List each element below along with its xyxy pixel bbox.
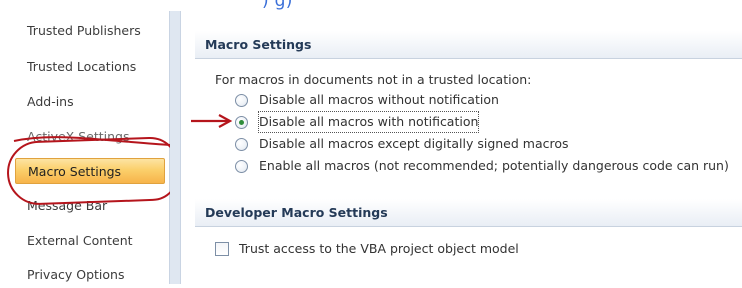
developer-macro-settings-header: Developer Macro Settings <box>195 199 742 227</box>
pane-divider <box>170 11 180 284</box>
trust-center-nav: Trusted Publishers Trusted Locations Add… <box>7 11 170 284</box>
nav-item-trusted-locations[interactable]: Trusted Locations <box>15 54 165 80</box>
radio-enable-all[interactable] <box>235 160 248 173</box>
nav-item-privacy-options[interactable]: Privacy Options <box>15 262 165 288</box>
nav-item-external-content[interactable]: External Content <box>15 228 165 254</box>
radio-disable-without-notification[interactable] <box>235 94 248 107</box>
option-label: Disable all macros without notification <box>259 92 499 107</box>
nav-item-macro-settings[interactable]: Macro Settings <box>15 158 165 184</box>
title-fragment-text: ) g) <box>262 0 293 11</box>
macro-settings-description: For macros in documents not in a trusted… <box>215 72 532 87</box>
radio-disable-with-notification[interactable] <box>235 116 248 129</box>
nav-item-activex-settings[interactable]: ActiveX Settings <box>15 124 165 150</box>
settings-panel: Macro Settings For macros in documents n… <box>180 11 742 284</box>
option-label: Disable all macros except digitally sign… <box>259 136 569 151</box>
trust-vba-label: Trust access to the VBA project object m… <box>239 241 519 256</box>
option-label: Disable all macros with notification <box>257 111 480 133</box>
radio-disable-except-signed[interactable] <box>235 138 248 151</box>
macro-settings-header: Macro Settings <box>195 31 742 59</box>
trust-vba-checkbox[interactable] <box>215 242 229 256</box>
nav-item-message-bar[interactable]: Message Bar <box>15 193 165 219</box>
nav-item-trusted-publishers[interactable]: Trusted Publishers <box>15 18 165 44</box>
option-label: Enable all macros (not recommended; pote… <box>259 158 729 173</box>
nav-item-add-ins[interactable]: Add-ins <box>15 89 165 115</box>
